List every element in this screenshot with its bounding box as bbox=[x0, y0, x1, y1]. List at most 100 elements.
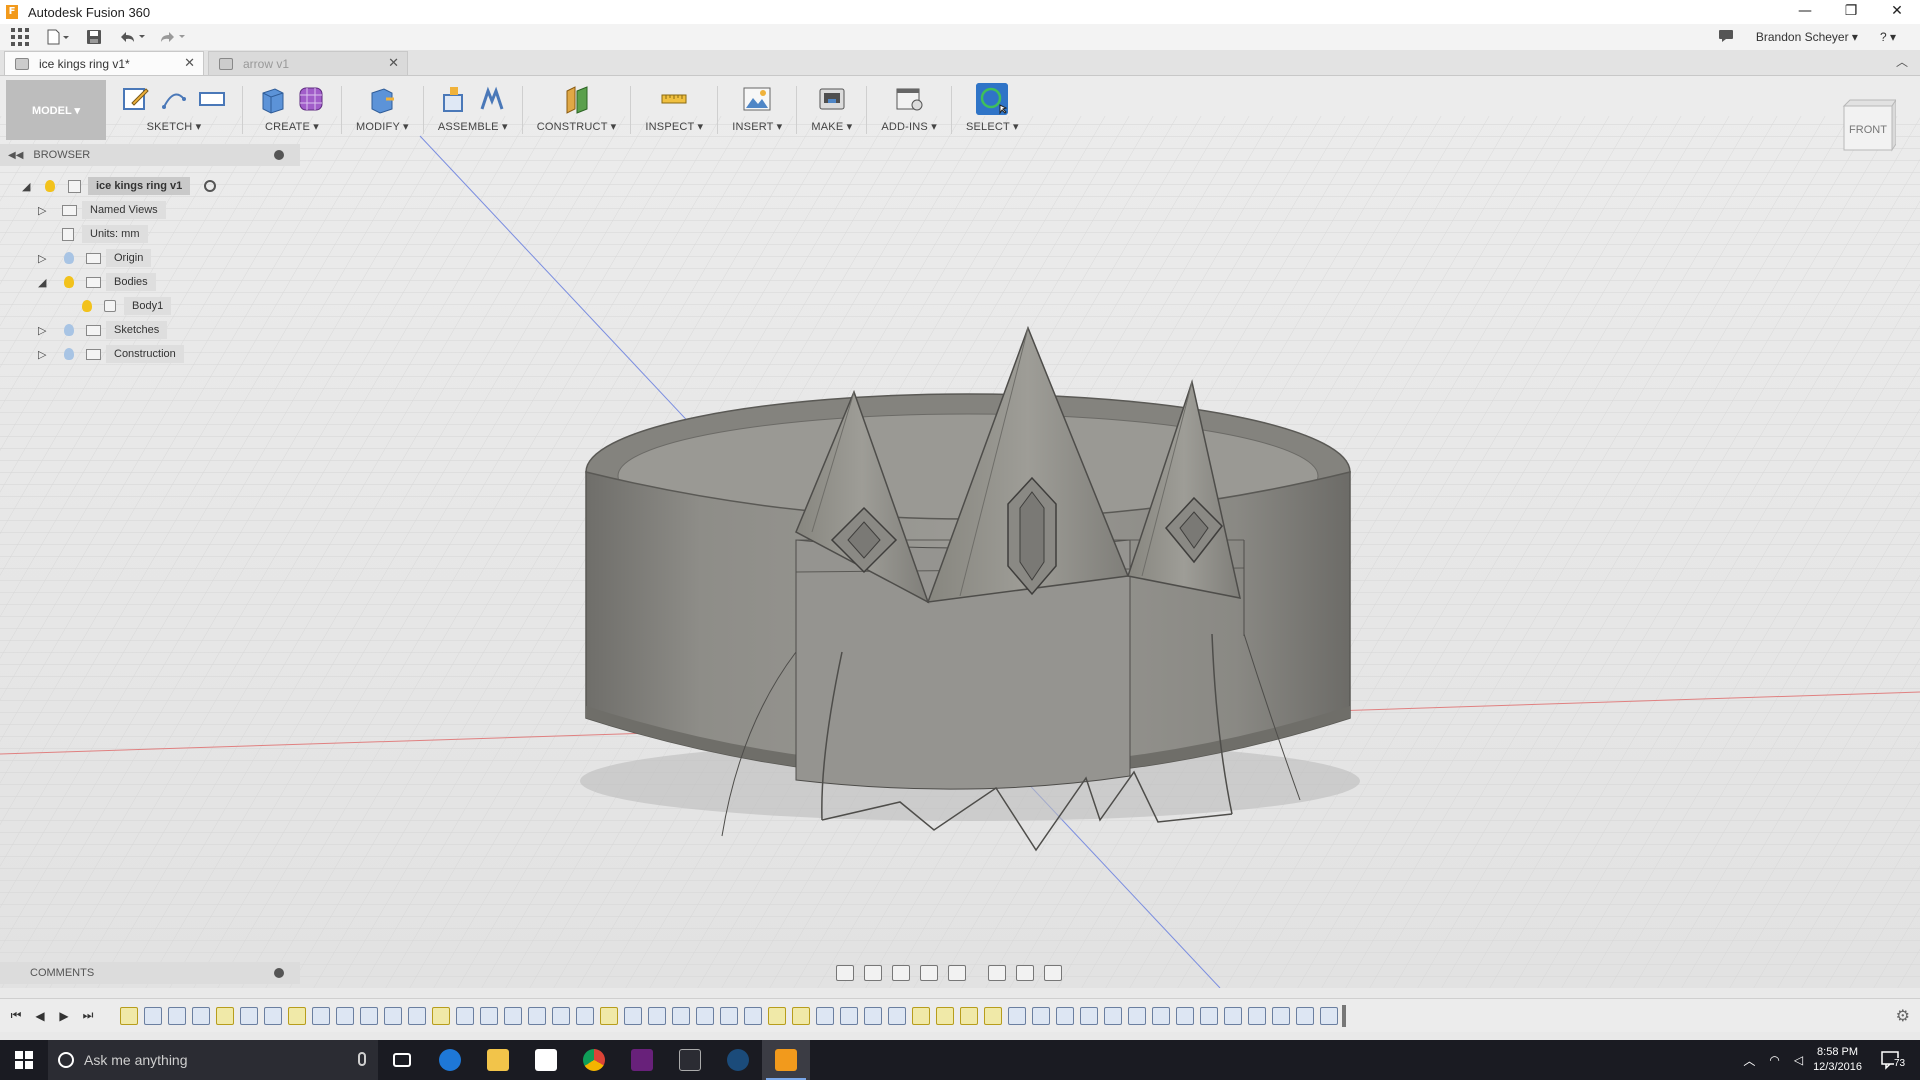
tree-item-sketches[interactable]: ▷ Sketches bbox=[0, 318, 300, 342]
show-hidden-icons-icon[interactable]: ︿ bbox=[1743, 1052, 1755, 1069]
timeline-feature-icon[interactable] bbox=[600, 1006, 618, 1025]
steam-app[interactable] bbox=[714, 1040, 762, 1080]
activate-radio-icon[interactable] bbox=[204, 180, 216, 192]
timeline-feature-icon[interactable] bbox=[1200, 1006, 1218, 1025]
timeline-feature-icon[interactable] bbox=[1056, 1006, 1074, 1025]
user-account-menu[interactable]: Brandon Scheyer ▾ bbox=[1756, 30, 1858, 44]
expand-icon[interactable]: ◢ bbox=[22, 180, 30, 193]
make-menu-label[interactable]: MAKE ▾ bbox=[811, 120, 852, 133]
close-tab-icon[interactable]: ✕ bbox=[388, 56, 399, 71]
collapse-browser-icon[interactable]: ◀◀ bbox=[8, 150, 23, 161]
timeline-feature-icon[interactable] bbox=[312, 1006, 330, 1025]
3d-print-icon[interactable] bbox=[816, 83, 848, 115]
visibility-bulb-icon[interactable] bbox=[45, 180, 55, 192]
timeline-feature-icon[interactable] bbox=[1176, 1006, 1194, 1025]
insert-group[interactable]: INSERT ▾ bbox=[732, 80, 782, 140]
viewports-icon[interactable] bbox=[1044, 965, 1062, 981]
timeline-feature-icon[interactable] bbox=[336, 1006, 354, 1025]
comments-panel[interactable]: COMMENTS bbox=[0, 962, 300, 984]
clock[interactable]: 8:58 PM 12/3/2016 bbox=[1813, 1045, 1862, 1075]
close-tab-icon[interactable]: ✕ bbox=[184, 56, 195, 71]
select-group[interactable]: SELECT ▾ bbox=[966, 80, 1019, 140]
visibility-bulb-icon[interactable] bbox=[64, 324, 74, 336]
visual-studio-app[interactable] bbox=[618, 1040, 666, 1080]
timeline-feature-icon[interactable] bbox=[1008, 1006, 1026, 1025]
microphone-icon[interactable] bbox=[358, 1052, 366, 1066]
make-group[interactable]: MAKE ▾ bbox=[811, 80, 852, 140]
expand-icon[interactable]: ▷ bbox=[38, 252, 46, 265]
extrude-icon[interactable] bbox=[257, 83, 289, 115]
timeline-feature-icon[interactable] bbox=[1032, 1006, 1050, 1025]
expand-icon[interactable]: ▷ bbox=[38, 324, 46, 337]
task-view-button[interactable] bbox=[378, 1040, 426, 1080]
pin-panel-icon[interactable] bbox=[274, 150, 284, 160]
timeline-feature-icon[interactable] bbox=[576, 1006, 594, 1025]
restore-button[interactable]: ❐ bbox=[1828, 0, 1874, 24]
form-icon[interactable] bbox=[295, 83, 327, 115]
timeline-feature-icon[interactable] bbox=[1152, 1006, 1170, 1025]
timeline-feature-icon[interactable] bbox=[768, 1006, 786, 1025]
joint-icon[interactable] bbox=[476, 83, 508, 115]
measure-icon[interactable] bbox=[658, 83, 690, 115]
rectangle-icon[interactable] bbox=[196, 83, 228, 115]
timeline-settings-icon[interactable]: ⚙ bbox=[1896, 1006, 1910, 1025]
cortana-search-box[interactable]: Ask me anything bbox=[48, 1040, 378, 1080]
offset-plane-icon[interactable] bbox=[561, 83, 593, 115]
file-menu-icon[interactable] bbox=[40, 26, 76, 48]
timeline-feature-icon[interactable] bbox=[120, 1006, 138, 1025]
visibility-bulb-icon[interactable] bbox=[64, 252, 74, 264]
inspect-menu-label[interactable]: INSPECT ▾ bbox=[645, 120, 703, 133]
browser-header[interactable]: ◀◀ BROWSER bbox=[0, 144, 300, 166]
file-explorer-app[interactable] bbox=[474, 1040, 522, 1080]
new-component-icon[interactable] bbox=[438, 83, 470, 115]
timeline-feature-icon[interactable] bbox=[1224, 1006, 1242, 1025]
timeline-feature-icon[interactable] bbox=[696, 1006, 714, 1025]
tree-item-body1[interactable]: Body1 bbox=[0, 294, 300, 318]
timeline-last-button[interactable]: ⏭ bbox=[76, 1008, 100, 1023]
timeline-play-button[interactable]: ▶ bbox=[52, 1009, 76, 1023]
notifications-icon[interactable] bbox=[1718, 29, 1734, 46]
timeline-feature-icon[interactable] bbox=[936, 1006, 954, 1025]
save-icon[interactable] bbox=[76, 26, 112, 48]
line-icon[interactable] bbox=[158, 83, 190, 115]
timeline-feature-icon[interactable] bbox=[1272, 1006, 1290, 1025]
display-settings-icon[interactable] bbox=[988, 965, 1006, 981]
timeline-feature-icon[interactable] bbox=[528, 1006, 546, 1025]
tab-ice-kings-ring[interactable]: ice kings ring v1* ✕ bbox=[4, 51, 204, 75]
timeline-feature-icon[interactable] bbox=[456, 1006, 474, 1025]
timeline-feature-icon[interactable] bbox=[648, 1006, 666, 1025]
sketch-group[interactable]: SKETCH ▾ bbox=[120, 80, 228, 140]
timeline-feature-icon[interactable] bbox=[888, 1006, 906, 1025]
chrome-app[interactable] bbox=[570, 1040, 618, 1080]
timeline-feature-icon[interactable] bbox=[504, 1006, 522, 1025]
edge-app[interactable] bbox=[426, 1040, 474, 1080]
timeline-feature-icon[interactable] bbox=[816, 1006, 834, 1025]
timeline-feature-icon[interactable] bbox=[432, 1006, 450, 1025]
timeline-feature-icon[interactable] bbox=[984, 1006, 1002, 1025]
timeline-feature-icon[interactable] bbox=[192, 1006, 210, 1025]
store-app[interactable] bbox=[522, 1040, 570, 1080]
start-button[interactable] bbox=[0, 1040, 48, 1080]
press-pull-icon[interactable] bbox=[366, 83, 398, 115]
timeline-marker[interactable] bbox=[1342, 1004, 1346, 1027]
timeline-previous-button[interactable]: ◀ bbox=[28, 1009, 52, 1023]
timeline-feature-icon[interactable] bbox=[264, 1006, 282, 1025]
timeline-feature-icon[interactable] bbox=[792, 1006, 810, 1025]
timeline-feature-icon[interactable] bbox=[1080, 1006, 1098, 1025]
addins-group[interactable]: ADD-INS ▾ bbox=[881, 80, 937, 140]
timeline-feature-icon[interactable] bbox=[1248, 1006, 1266, 1025]
construct-group[interactable]: CONSTRUCT ▾ bbox=[537, 80, 617, 140]
modify-group[interactable]: MODIFY ▾ bbox=[356, 80, 409, 140]
timeline-feature-icon[interactable] bbox=[1320, 1006, 1338, 1025]
help-menu[interactable]: ? ▾ bbox=[1880, 30, 1896, 44]
network-icon[interactable]: ◠ bbox=[1769, 1053, 1779, 1067]
pan-icon[interactable] bbox=[892, 965, 910, 981]
scripts-addins-icon[interactable] bbox=[893, 83, 925, 115]
expand-icon[interactable]: ▷ bbox=[38, 204, 46, 217]
timeline-feature-icon[interactable] bbox=[408, 1006, 426, 1025]
fit-icon[interactable] bbox=[948, 965, 966, 981]
tree-item-construction[interactable]: ▷ Construction bbox=[0, 342, 300, 366]
redo-icon[interactable] bbox=[152, 26, 192, 48]
construct-menu-label[interactable]: CONSTRUCT ▾ bbox=[537, 120, 617, 133]
timeline-first-button[interactable]: ⏮ bbox=[4, 1008, 28, 1023]
